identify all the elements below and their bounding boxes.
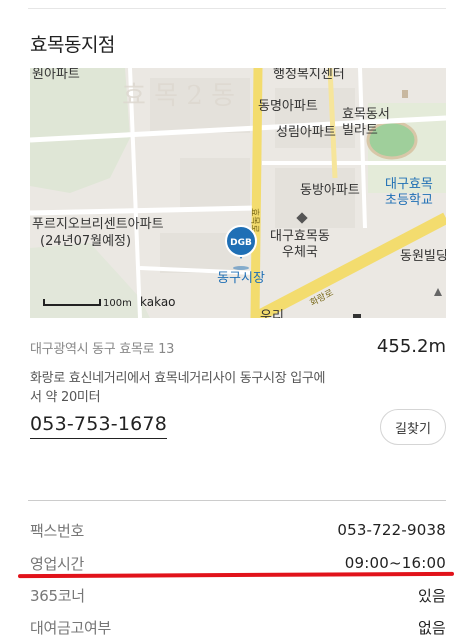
directions-button[interactable]: 길찾기 — [380, 409, 446, 445]
map-label-prugio-2: (24년07월예정) — [40, 234, 131, 249]
info-label: 대여금고여부 — [30, 618, 112, 637]
map-label-villa-1: 효목동서 — [342, 107, 390, 122]
info-label: 영업시간 — [30, 554, 85, 573]
map-label-villa-2: 빌라트 — [342, 123, 378, 138]
address-detail-line-2: 서 약 20미터 — [30, 390, 101, 405]
section-divider — [28, 500, 446, 501]
info-value: 053-722-9038 — [337, 521, 446, 539]
map-label-seongrim: 성림아파트 — [276, 125, 336, 140]
map-provider-logo: kakao — [140, 295, 176, 309]
address-block: 대구광역시 동구 효목로 13 화랑로 효신네거리에서 효목네거리사이 동구시장… — [30, 338, 360, 407]
address-main: 대구광역시 동구 효목로 13 — [30, 342, 175, 357]
map-label-post-1: 대구효목동 — [270, 229, 330, 244]
address-detail-line-1: 화랑로 효신네거리에서 효목네거리사이 동구시장 입구에 — [30, 371, 326, 386]
info-row-fax: 팩스번호 053-722-9038 — [30, 515, 446, 545]
map-label-dongwon: 동원빌딩 — [400, 249, 446, 264]
map-label-admin-center: 행정복지센터 — [273, 68, 345, 82]
map-label-market: 동구시장 — [217, 271, 265, 286]
map-label-school-2: 초등학교 — [385, 193, 433, 208]
map-label-post-2: 우체국 — [282, 245, 318, 260]
info-row-365-corner: 365코너 있음 — [30, 580, 446, 610]
branch-map[interactable]: 효 목 2 동 원아파트 행정복지센터 동명아파트 효목동서 빌라트 성림아파트… — [30, 68, 446, 318]
info-row-safe-deposit: 대여금고여부 없음 — [30, 612, 446, 642]
phone-link[interactable]: 053-753-1678 — [30, 413, 167, 439]
info-label: 팩스번호 — [30, 521, 85, 540]
distance: 455.2m — [376, 336, 446, 357]
map-label-prugio-1: 푸르지오브리센트아파트 — [32, 217, 164, 232]
dgb-logo: DGB — [230, 238, 252, 248]
info-value: 있음 — [417, 586, 446, 605]
map-label-apartment: 원아파트 — [32, 68, 80, 82]
branch-title: 효목동지점 — [30, 34, 115, 56]
info-value: 09:00~16:00 — [344, 554, 446, 572]
map-label-school-1: 대구효목 — [385, 177, 433, 192]
map-scale-label: 100m — [103, 298, 132, 309]
info-label: 365코너 — [30, 586, 85, 605]
map-label-bottom-fragment: 우리 — [260, 309, 284, 318]
top-divider — [28, 8, 446, 9]
map-label-dongmyeong: 동명아파트 — [258, 99, 318, 114]
info-value: 없음 — [417, 618, 446, 637]
map-watermark: 효 목 2 동 — [122, 81, 235, 111]
map-label-dongbang: 동방아파트 — [300, 183, 360, 198]
